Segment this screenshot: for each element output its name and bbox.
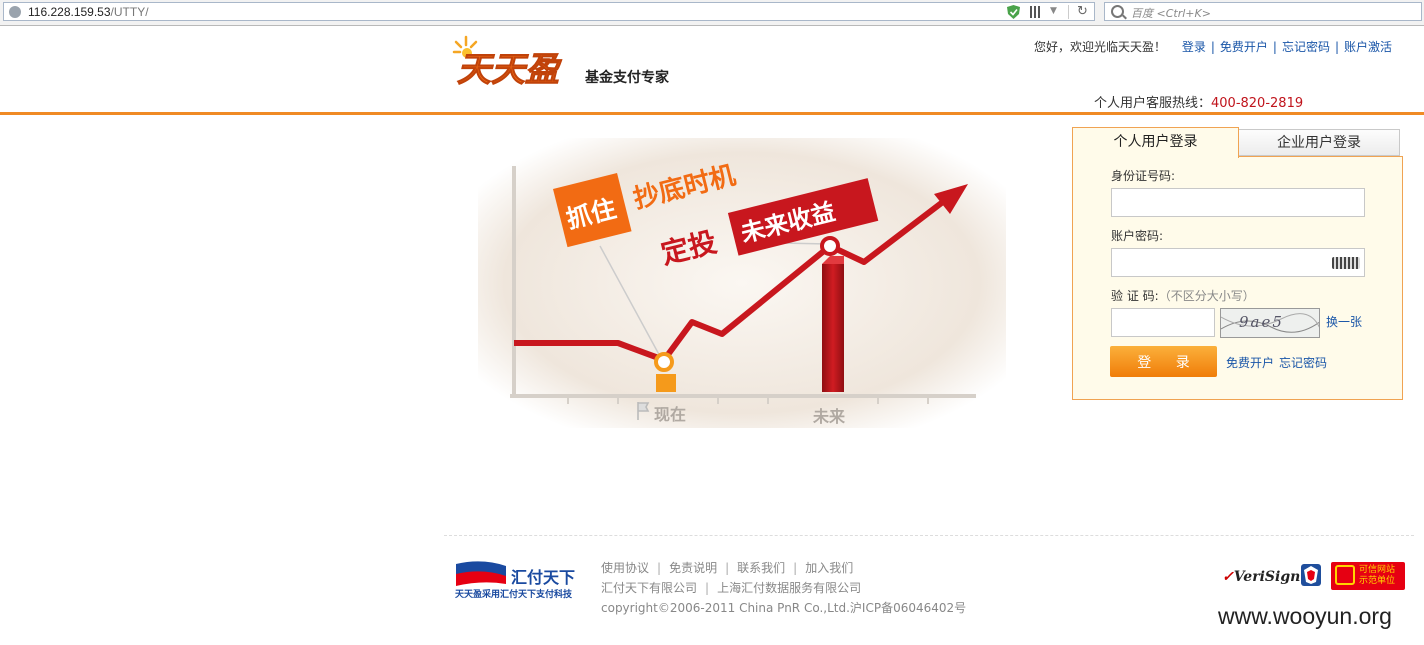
shield-icon[interactable]	[1007, 5, 1020, 19]
captcha-image[interactable]: 9ae5	[1220, 308, 1320, 338]
footer-link-join[interactable]: 加入我们	[805, 561, 853, 575]
search-bar[interactable]: 百度 <Ctrl+K>	[1104, 2, 1422, 21]
url-text: 116.228.159.53/UTTY/	[28, 5, 149, 19]
header-divider	[0, 112, 1424, 115]
hotline-label: 个人用户客服热线：	[1094, 96, 1212, 111]
forgot-password-link[interactable]: 忘记密码	[1279, 356, 1327, 370]
security-badge-icon[interactable]	[1298, 562, 1324, 588]
nav-activate-account-link[interactable]: 账户激活	[1344, 40, 1392, 54]
verisign-badge[interactable]: ✓VeriSign	[1222, 569, 1300, 585]
refresh-captcha-link[interactable]: 换一张	[1326, 313, 1362, 330]
footer-company-1[interactable]: 汇付天下有限公司	[601, 581, 697, 595]
nav-login-link[interactable]: 登录	[1182, 40, 1206, 54]
address-bar[interactable]: 116.228.159.53/UTTY/ ▼ ↻	[3, 2, 1095, 21]
id-number-input[interactable]	[1111, 188, 1365, 217]
hotline: 个人用户客服热线：400-820-2819	[1094, 92, 1303, 111]
login-links: 免费开户 忘记密码	[1226, 354, 1332, 371]
label-future: 未来	[812, 407, 846, 426]
captcha-hint: （不区分大小写）	[1158, 289, 1255, 303]
chevron-down-icon[interactable]: ▼	[1050, 6, 1057, 16]
hotline-number: 400-820-2819	[1211, 96, 1304, 111]
footer-divider	[444, 535, 1414, 536]
footer-link-agreement[interactable]: 使用协议	[601, 561, 649, 575]
svg-text:天天盈: 天天盈	[457, 50, 562, 88]
login-panel: 身份证号码: 账户密码: 验 证 码:（不区分大小写） 个人用户登录 企业用户登…	[1072, 127, 1403, 400]
promo-banner[interactable]: 抓住 抄底时机 定投 未来收益 现在 未来	[478, 138, 1006, 428]
check-icon: ✓	[1222, 569, 1234, 585]
trusted-site-badge[interactable]: 可信网站 示范单位	[1331, 562, 1405, 590]
footer-links: 使用协议 | 免责说明 | 联系我们 | 加入我们	[601, 561, 854, 575]
search-icon	[1111, 5, 1124, 18]
label-now: 现在	[654, 405, 686, 424]
keyboard-icon[interactable]	[1332, 257, 1360, 269]
id-number-label: 身份证号码:	[1111, 169, 1176, 183]
copyright: copyright©2006-2011 China PnR Co.,Ltd.沪I…	[601, 601, 967, 615]
partner-name: 汇付天下	[511, 568, 576, 587]
footer-companies: 汇付天下有限公司 | 上海汇付数据服务有限公司	[601, 581, 862, 595]
tagline: 基金支付专家	[585, 70, 669, 86]
footer-company-2[interactable]: 上海汇付数据服务有限公司	[717, 581, 861, 595]
register-link[interactable]: 免费开户	[1226, 356, 1274, 370]
top-nav: 您好，欢迎光临天天盈！ 登录 | 免费开户 | 忘记密码 | 账户激活	[1034, 40, 1393, 54]
password-label: 账户密码:	[1111, 229, 1164, 243]
nav-register-link[interactable]: 免费开户	[1220, 40, 1268, 54]
globe-icon	[9, 6, 21, 18]
divider	[1068, 5, 1069, 19]
password-input[interactable]	[1111, 248, 1365, 277]
login-button[interactable]: 登 录	[1110, 346, 1217, 377]
footer-link-contact[interactable]: 联系我们	[737, 561, 785, 575]
partner-slogan: 天天盈采用汇付天下支付科技	[455, 590, 573, 600]
footer-link-disclaimer[interactable]: 免责说明	[669, 561, 717, 575]
nav-forgot-password-link[interactable]: 忘记密码	[1282, 40, 1330, 54]
browser-toolbar: 116.228.159.53/UTTY/ ▼ ↻ 百度 <Ctrl+K>	[0, 0, 1424, 26]
tab-personal-login[interactable]: 个人用户登录	[1072, 127, 1239, 158]
captcha-text: 9ae5	[1239, 313, 1284, 331]
reload-icon[interactable]: ↻	[1077, 4, 1088, 19]
trusted-site-text: 可信网站 示范单位	[1359, 565, 1396, 586]
captcha-input[interactable]	[1111, 308, 1215, 337]
seal-icon	[1335, 565, 1355, 585]
qr-code-icon[interactable]	[1030, 6, 1042, 18]
watermark: www.wooyun.org	[1218, 603, 1392, 629]
tiantianying-logo[interactable]: 天天盈	[452, 34, 582, 88]
tab-business-login[interactable]: 企业用户登录	[1238, 129, 1400, 156]
search-placeholder: 百度 <Ctrl+K>	[1131, 7, 1211, 20]
greeting-text: 您好，欢迎光临天天盈！	[1034, 40, 1167, 54]
captcha-label: 验 证 码:（不区分大小写）	[1111, 289, 1255, 303]
